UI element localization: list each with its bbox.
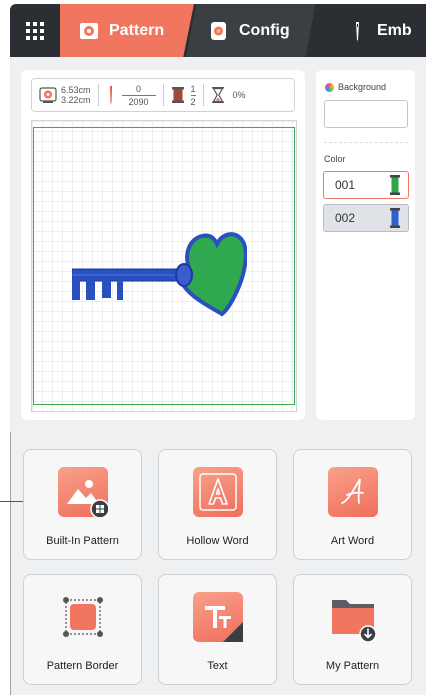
stitch-total: 2090: [128, 96, 149, 107]
needle-stitch-icon: [109, 86, 112, 105]
hollow-letter-a-icon: [192, 467, 243, 517]
color-label: Color: [324, 154, 346, 164]
color-swatch-002[interactable]: 002: [323, 204, 409, 232]
needle-icon: [346, 20, 368, 42]
folder-download-icon: [328, 592, 378, 642]
script-letter-a-icon: [327, 467, 378, 517]
stitch-current: 0: [136, 83, 142, 94]
feature-label: My Pattern: [325, 660, 380, 672]
pattern-width: 6.53cm: [61, 85, 91, 95]
design-canvas[interactable]: [31, 120, 297, 412]
thread-spool-icon: [390, 175, 400, 195]
my-pattern-button[interactable]: My Pattern: [293, 574, 412, 685]
pattern-border-button[interactable]: Pattern Border: [23, 574, 142, 685]
art-word-button[interactable]: Art Word: [293, 449, 412, 560]
feature-label: Pattern Border: [46, 660, 119, 672]
progress-info: 0%: [202, 84, 253, 106]
workspace: 6.53cm 3.22cm 0 2090 1 2 0% Background C…: [10, 57, 426, 432]
tab-config[interactable]: Config: [186, 4, 316, 57]
feature-label: Art Word: [330, 535, 375, 547]
image-grid-icon: [57, 467, 108, 517]
info-bar: 6.53cm 3.22cm 0 2090 1 2 0%: [31, 78, 295, 112]
color-current: 1: [190, 83, 196, 94]
tab-pattern[interactable]: Pattern: [60, 4, 194, 57]
hollow-word-button[interactable]: Hollow Word: [158, 449, 277, 560]
tab-pattern-label: Pattern: [109, 21, 165, 39]
thread-spool-icon: [171, 87, 184, 103]
progress-percent: 0%: [232, 90, 246, 100]
background-label: Background: [325, 82, 386, 92]
feature-label: Built-In Pattern: [46, 535, 119, 547]
text-button[interactable]: Text: [158, 574, 277, 685]
menu-grid-button[interactable]: [10, 4, 60, 57]
thread-spool-icon: [390, 208, 400, 228]
top-bar: Pattern Config Emb: [10, 4, 426, 57]
border-frame-icon: [58, 592, 108, 642]
feature-label: Text: [207, 660, 228, 672]
hourglass-icon: [211, 87, 224, 103]
tab-emb[interactable]: Emb: [306, 4, 426, 57]
color-id: 001: [335, 178, 356, 192]
color-panel: Background Color 001 002: [316, 70, 415, 420]
background-color-box[interactable]: [324, 100, 408, 128]
color-wheel-icon: [325, 82, 334, 92]
built-in-pattern-button[interactable]: Built-In Pattern: [23, 449, 142, 560]
key-embroidery-pattern[interactable]: [72, 226, 247, 321]
pattern-height: 3.22cm: [61, 95, 91, 105]
hoop-size-icon: [39, 87, 57, 103]
grid-icon: [26, 21, 44, 40]
text-tt-icon: [192, 592, 243, 642]
flower-phone-icon: [208, 20, 230, 42]
flower-frame-icon: [78, 20, 100, 42]
color-count-info: 1 2: [162, 83, 203, 107]
size-info: 6.53cm 3.22cm: [32, 79, 98, 111]
color-id: 002: [335, 211, 356, 225]
stitch-info: 0 2090: [97, 83, 163, 107]
canvas-card: 6.53cm 3.22cm 0 2090 1 2 0%: [21, 70, 305, 420]
feature-label: Hollow Word: [186, 535, 249, 547]
color-swatch-001[interactable]: 001: [323, 171, 409, 199]
color-total: 2: [190, 96, 196, 107]
tab-config-label: Config: [239, 21, 290, 39]
tab-emb-label: Emb: [377, 21, 412, 39]
